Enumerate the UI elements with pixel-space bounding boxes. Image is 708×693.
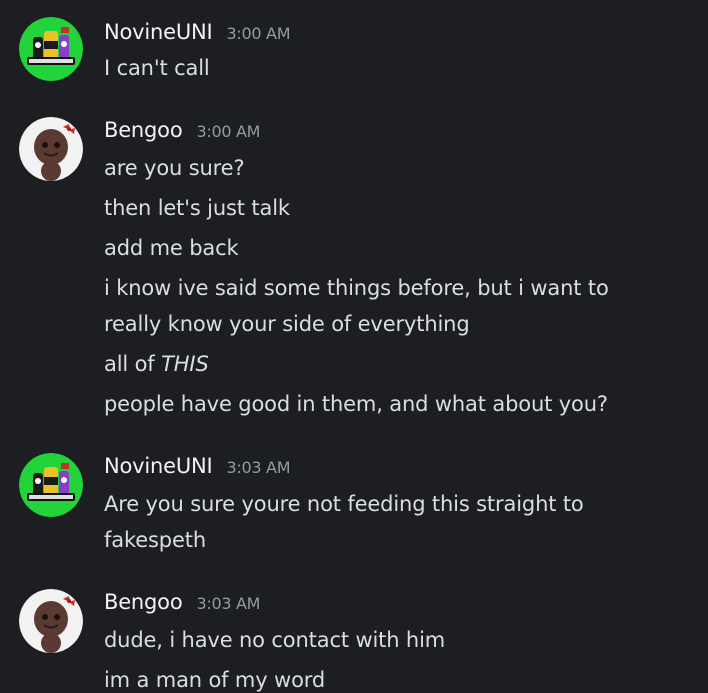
avatar-green-mascot-icon[interactable] bbox=[19, 453, 83, 517]
username[interactable]: NovineUNI bbox=[104, 20, 213, 44]
username[interactable]: Bengoo bbox=[104, 590, 183, 614]
message-text: im a man of my word bbox=[104, 668, 326, 692]
message-header: Bengoo 3:03 AM bbox=[104, 590, 260, 622]
message-text: are you sure? bbox=[104, 156, 245, 180]
message-text: people have good in them, and what about… bbox=[104, 392, 608, 416]
message-header: NovineUNI 3:00 AM bbox=[104, 20, 291, 52]
message-text: dude, i have no contact with him bbox=[104, 628, 446, 652]
username[interactable]: Bengoo bbox=[104, 118, 183, 142]
message-text: really know your side of everything bbox=[104, 312, 470, 336]
message-text: then let's just talk bbox=[104, 196, 290, 220]
message-header: NovineUNI 3:03 AM bbox=[104, 454, 291, 486]
avatar-green-mascot-icon[interactable] bbox=[19, 17, 83, 81]
message-text-italic: THIS bbox=[161, 352, 209, 376]
message-text-plain: all of bbox=[104, 352, 162, 376]
message-text: I can't call bbox=[104, 56, 210, 80]
username[interactable]: NovineUNI bbox=[104, 454, 213, 478]
avatar-knitted-doll-icon[interactable] bbox=[19, 117, 83, 181]
message-text: Are you sure youre not feeding this stra… bbox=[104, 492, 584, 516]
message-text: fakespeth bbox=[104, 528, 206, 552]
timestamp[interactable]: 3:03 AM bbox=[196, 594, 260, 613]
message-text: i know ive said some things before, but … bbox=[104, 276, 609, 300]
avatar-knitted-doll-icon[interactable] bbox=[19, 589, 83, 653]
timestamp[interactable]: 3:03 AM bbox=[227, 458, 291, 477]
message-text: all of THIS bbox=[104, 346, 694, 382]
timestamp[interactable]: 3:00 AM bbox=[196, 122, 260, 141]
timestamp[interactable]: 3:00 AM bbox=[227, 24, 291, 43]
message-text: add me back bbox=[104, 236, 239, 260]
message-header: Bengoo 3:00 AM bbox=[104, 118, 260, 150]
